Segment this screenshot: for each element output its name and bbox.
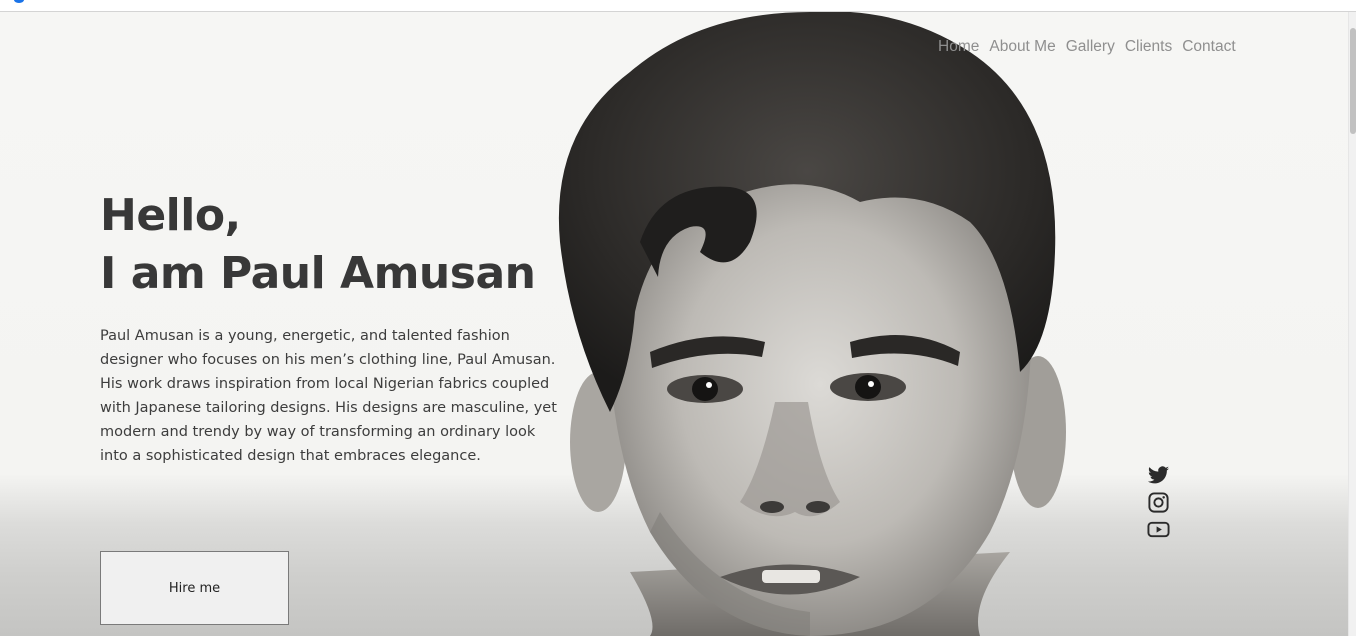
- nav-clients[interactable]: Clients: [1125, 38, 1172, 56]
- portrait-photo: [558, 12, 1066, 636]
- hero-greeting: Hello,: [100, 190, 241, 241]
- instagram-icon[interactable]: [1146, 491, 1171, 514]
- browser-top-bar: [0, 0, 1356, 12]
- nav-home[interactable]: Home: [938, 38, 979, 56]
- hero-section: Home About Me Gallery Clients Contact He…: [0, 12, 1348, 636]
- page-scrollbar[interactable]: [1348, 12, 1356, 636]
- hero-title: I am Paul Amusan: [100, 248, 536, 299]
- main-nav: Home About Me Gallery Clients Contact: [938, 38, 1236, 56]
- nav-contact[interactable]: Contact: [1182, 38, 1235, 56]
- nav-about-me[interactable]: About Me: [989, 38, 1055, 56]
- hero-bio: Paul Amusan is a young, energetic, and t…: [100, 328, 557, 464]
- hero-headline: Hello, I am Paul Amusan: [100, 187, 536, 303]
- youtube-icon[interactable]: [1146, 518, 1171, 541]
- nav-gallery[interactable]: Gallery: [1066, 38, 1115, 56]
- hire-me-button[interactable]: Hire me: [100, 551, 289, 625]
- loading-indicator: [14, 0, 24, 3]
- scrollbar-thumb[interactable]: [1350, 28, 1356, 134]
- social-links: [1146, 464, 1171, 541]
- twitter-icon[interactable]: [1146, 464, 1171, 487]
